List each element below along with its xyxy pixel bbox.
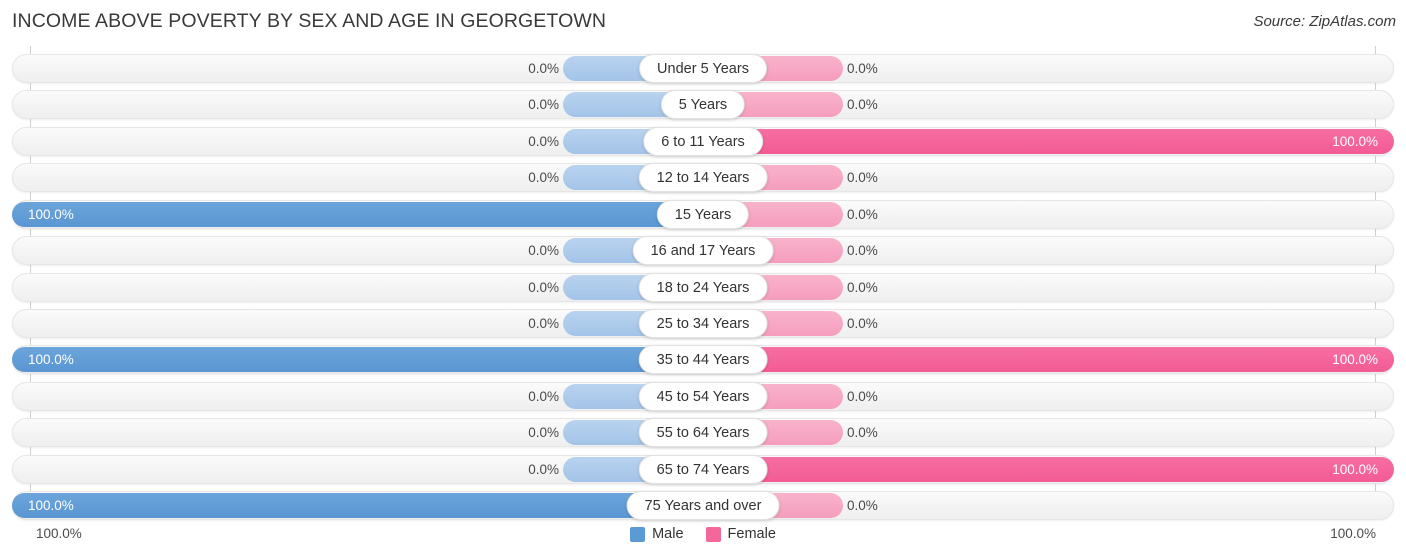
category-label: 16 and 17 Years [632,236,774,266]
table-row[interactable]: 0.0% 0.0% 5 Years [12,90,1394,120]
bar-value-male: 0.0% [528,61,559,76]
category-label: 75 Years and over [626,491,780,521]
legend-label-female: Female [727,526,776,542]
bar-value-male: 100.0% [28,206,74,222]
category-label: 5 Years [660,90,746,120]
bar-value-male: 0.0% [528,243,559,259]
bar-value-male: 0.0% [528,315,559,331]
bar-female[interactable]: 100.0% [703,347,1394,373]
bar-value-female: 0.0% [847,425,878,441]
bar-male[interactable]: 100.0% [12,493,703,519]
legend-swatch-male-icon [630,526,646,542]
bar-value-male: 100.0% [28,498,74,514]
bar-value-male: 0.0% [528,461,559,477]
bar-value-female: 0.0% [847,388,878,404]
bar-value-male: 0.0% [528,425,559,441]
category-label: Under 5 Years [639,54,767,83]
chart-legend: Male Female [0,526,1406,542]
bar-value-female: 0.0% [847,498,878,514]
page-title: INCOME ABOVE POVERTY BY SEX AND AGE IN G… [12,10,607,32]
table-row[interactable]: 0.0% 0.0% 25 to 34 Years [12,308,1394,338]
bar-value-female: 100.0% [1332,461,1378,477]
table-row[interactable]: 100.0% 0.0% 75 Years and over [12,491,1394,521]
table-row[interactable]: 100.0% 100.0% 35 to 44 Years [12,345,1394,375]
legend-label-male: Male [652,526,684,542]
bar-value-female: 0.0% [847,315,878,331]
bar-female[interactable]: 100.0% [703,128,1394,154]
category-label: 6 to 11 Years [643,126,763,156]
bar-female[interactable]: 100.0% [703,456,1394,482]
bar-value-female: 0.0% [847,61,878,76]
bar-value-female: 0.0% [847,279,878,295]
category-label: 12 to 14 Years [638,163,768,193]
bar-value-male: 0.0% [528,279,559,295]
bar-value-female: 100.0% [1332,352,1378,368]
bar-value-female: 0.0% [847,243,878,259]
chart-plot-area: 0.0% 0.0% Under 5 Years 0.0% 0.0% 5 Years 0.0%… [0,46,1406,521]
category-label: 18 to 24 Years [638,272,768,302]
legend-item-male[interactable]: Male [630,526,684,542]
bar-value-male: 0.0% [528,170,559,186]
source-attribution: Source: ZipAtlas.com [1253,13,1396,30]
bar-value-male: 100.0% [28,352,74,368]
bar-value-male: 0.0% [528,133,559,149]
bar-value-male: 0.0% [528,97,559,113]
legend-item-female[interactable]: Female [705,526,776,542]
bar-value-female: 0.0% [847,206,878,222]
table-row[interactable]: 0.0% 0.0% 45 to 54 Years [12,381,1394,411]
table-row[interactable]: 0.0% 0.0% 16 and 17 Years [12,236,1394,266]
category-label: 15 Years [656,199,750,229]
table-row[interactable]: 0.0% 100.0% 6 to 11 Years [12,126,1394,156]
bar-value-female: 100.0% [1332,133,1378,149]
table-row[interactable]: 0.0% 0.0% 18 to 24 Years [12,272,1394,302]
category-label: 25 to 34 Years [638,308,768,338]
bar-value-female: 0.0% [847,97,878,113]
category-label: 45 to 54 Years [638,381,768,411]
chart-footer: 100.0% 100.0% Male Female [0,520,1406,559]
category-label: 55 to 64 Years [638,418,768,448]
table-row[interactable]: 0.0% 0.0% 55 to 64 Years [12,418,1394,448]
chart-header: INCOME ABOVE POVERTY BY SEX AND AGE IN G… [0,0,1406,46]
table-row[interactable]: 0.0% 0.0% 12 to 14 Years [12,163,1394,193]
bar-value-male: 0.0% [528,388,559,404]
bar-male[interactable]: 100.0% [12,347,703,373]
table-row[interactable]: 0.0% 100.0% 65 to 74 Years [12,454,1394,484]
category-label: 35 to 44 Years [638,345,768,375]
bar-value-female: 0.0% [847,170,878,186]
category-label: 65 to 74 Years [638,454,768,484]
legend-swatch-female-icon [705,526,721,542]
table-row[interactable]: 0.0% 0.0% Under 5 Years [12,54,1394,83]
table-row[interactable]: 100.0% 0.0% 15 Years [12,199,1394,229]
bar-male[interactable]: 100.0% [12,201,703,227]
